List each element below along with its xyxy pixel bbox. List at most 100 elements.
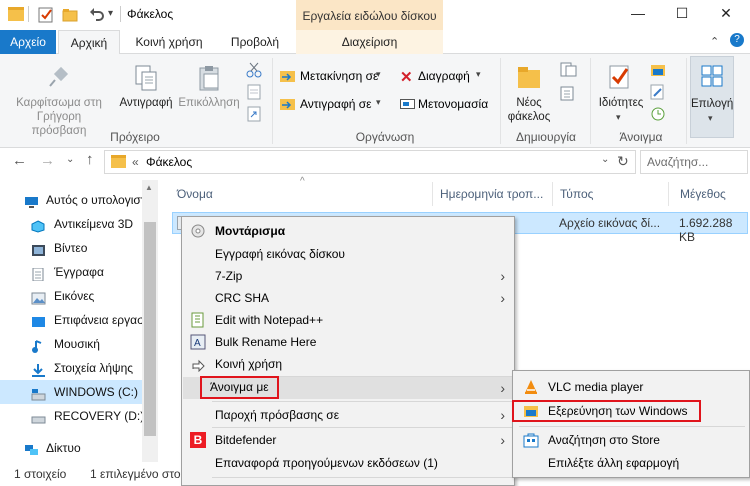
submenu-arrow-icon: › [500,407,505,423]
select-button[interactable]: Επιλογή ▾ [690,56,734,138]
menu-item-7zip[interactable]: 7-Zip › [183,265,513,287]
column-header-size[interactable]: Μέγεθος [680,182,750,206]
nav-item-downloads[interactable]: Στοιχεία λήψης [0,356,158,380]
address-dropdown-icon[interactable]: ⌄ [601,154,609,165]
delete-label: Διαγραφή [418,69,470,83]
drive-d-icon [31,409,46,424]
properties-button[interactable]: Ιδιότητες ▾ [594,56,648,126]
new-folder-button[interactable]: Νέος φάκελος [504,56,554,126]
menu-item-share[interactable]: Κοινή χρήση [183,353,513,375]
copy-to-button[interactable]: Αντιγραφή σε ▾ [280,96,386,114]
nav-label: Βίντεο [54,241,88,255]
ribbon-collapse-icon[interactable]: ⌃ [710,35,719,48]
status-selected: 1 επιλεγμένο στο [90,467,181,481]
submenu-item-choose-app[interactable]: Επιλέξτε άλλη εφαρμογή [514,451,748,475]
back-arrow-icon[interactable]: ← [12,152,27,169]
menu-label: Μοντάρισμα [215,224,286,238]
tab-share[interactable]: Κοινή χρήση [126,30,212,54]
nav-scrollbar-thumb[interactable] [144,222,156,436]
nav-label: RECOVERY (D:) [54,409,145,423]
menu-item-notepadpp[interactable]: Edit with Notepad++ [183,309,513,331]
nav-item-drive-d[interactable]: RECOVERY (D:) [0,404,158,428]
submenu-item-search-store[interactable]: Αναζήτηση στο Store [514,428,748,452]
refresh-icon[interactable]: ↻ [617,153,629,170]
tab-file[interactable]: Αρχείο [0,30,56,54]
copy-path-icon[interactable] [246,84,262,100]
nav-item-music[interactable]: Μουσική [0,332,158,356]
column-header-date[interactable]: Ημερομηνία τροπ... [440,182,552,206]
quick-access-dropdown-icon[interactable]: ▾ [108,8,113,19]
menu-item-bulk-rename[interactable]: A Bulk Rename Here [183,331,513,353]
new-item-icon[interactable] [560,62,578,78]
menu-item-mount[interactable]: Μοντάρισμα [183,220,513,242]
menu-label: Άνοιγμα με [200,376,279,399]
menu-item-restore-versions[interactable]: Επαναφορά προηγούμενων εκδόσεων (1) [183,452,513,474]
maximize-button[interactable]: ☐ [672,5,692,23]
new-folder-label-1: Νέος [516,97,542,109]
help-icon[interactable]: ? [730,33,744,47]
breadcrumb-folder[interactable]: Φάκελος [146,155,192,169]
paste-button[interactable]: Επικόλληση [178,56,240,126]
paste-shortcut-icon[interactable] [246,106,262,122]
menu-item-give-access[interactable]: Παροχή πρόσβασης σε › [183,404,513,426]
menu-label: Παροχή πρόσβασης σε [215,408,340,422]
nav-item-desktop[interactable]: Επιφάνεια εργασίας [0,308,158,332]
network-icon [24,441,39,455]
window-title: Φάκελος [127,7,174,21]
copy-button[interactable]: Αντιγραφή [116,56,176,126]
edit-icon[interactable] [650,84,666,100]
new-folder-quick-icon[interactable] [62,7,78,23]
chevron-down-icon: ▾ [616,112,621,122]
breadcrumb-overflow[interactable]: « [132,155,139,169]
nav-item-pictures[interactable]: Εικόνες [0,284,158,308]
column-header-name[interactable]: Όνομα [177,182,427,206]
column-separator[interactable] [668,182,669,206]
nav-item-this-pc[interactable]: Αυτός ο υπολογιστής [0,188,158,212]
nav-item-videos[interactable]: Βίντεο [0,236,158,260]
address-box[interactable]: « Φάκελος ⌄ ↻ [104,150,636,174]
rename-button[interactable]: Μετονομασία [400,96,500,114]
menu-label: 7-Zip [215,269,243,283]
menu-item-open-with[interactable]: Άνοιγμα με › [183,376,513,399]
menu-item-burn-image[interactable]: Εγγραφή εικόνας δίσκου [183,243,513,265]
move-to-button[interactable]: Μετακίνηση σε ▾ [280,68,386,86]
column-separator[interactable] [552,182,553,206]
column-separator[interactable] [432,182,433,206]
close-button[interactable]: ✕ [716,5,736,23]
submenu-item-windows-explorer[interactable]: Εξερεύνηση των Windows [512,400,748,424]
minimize-button[interactable]: — [628,5,648,23]
search-input[interactable]: Αναζήτησ... [640,150,748,174]
easy-access-icon[interactable] [560,86,578,102]
delete-x-icon: ✕ [400,69,413,86]
chevron-down-icon: ▾ [476,69,481,79]
tab-view[interactable]: Προβολή [218,30,292,54]
pin-quick-access-button[interactable]: Καρφίτσωμα στη Γρήγορη πρόσβαση [8,56,110,137]
column-header-type[interactable]: Τύπος [560,182,660,206]
delete-button[interactable]: ✕ Διαγραφή ▾ [400,68,486,86]
svg-text:A: A [194,338,201,349]
submenu-item-vlc[interactable]: VLC media player [514,375,748,399]
menu-item-crc-sha[interactable]: CRC SHA › [183,287,513,309]
tab-manage[interactable]: Διαχείριση [296,30,443,54]
undo-quick-icon[interactable] [88,6,104,22]
scroll-up-icon[interactable]: ▲ [145,183,153,192]
notepadpp-icon [190,312,206,328]
nav-item-network[interactable]: Δίκτυο [0,436,158,460]
properties-quick-icon[interactable] [38,7,54,23]
tab-home[interactable]: Αρχική [58,30,120,55]
cut-icon[interactable] [246,62,262,78]
nav-item-drive-c[interactable]: WINDOWS (C:) [0,380,158,404]
forward-arrow-icon[interactable]: → [40,152,55,169]
open-explorer-icon[interactable] [650,62,666,78]
chevron-down-icon: ▾ [376,69,381,79]
nav-item-documents[interactable]: Έγγραφα [0,260,158,284]
nav-item-3d-objects[interactable]: Αντικείμενα 3D [0,212,158,236]
copy-label: Αντιγραφή [119,97,173,109]
recent-locations-icon[interactable]: ⌄ [66,154,74,165]
up-arrow-icon[interactable]: ↑ [86,151,94,168]
history-icon[interactable] [650,106,666,122]
move-to-label: Μετακίνηση σε [300,69,379,83]
group-separator [272,58,273,144]
menu-item-bitdefender[interactable]: B Bitdefender › [183,429,513,451]
ribbon: Καρφίτσωμα στη Γρήγορη πρόσβαση Αντιγραφ… [0,54,750,148]
